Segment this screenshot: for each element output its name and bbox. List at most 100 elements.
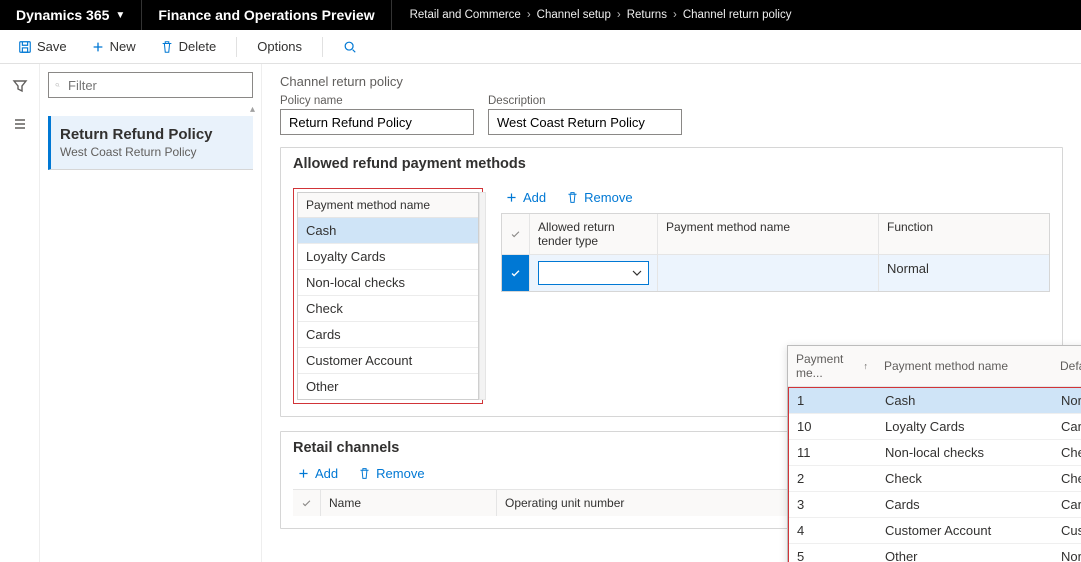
breadcrumb-item[interactable]: Retail and Commerce	[410, 9, 521, 21]
plus-icon	[297, 467, 310, 480]
scroll-up-icon[interactable]: ▴	[250, 104, 255, 115]
column-header[interactable]: Payment method name	[298, 193, 478, 218]
select-all-checkbox[interactable]	[293, 490, 321, 516]
field-label: Policy name	[280, 95, 474, 107]
tender-type-cell[interactable]	[530, 255, 658, 291]
filter-field[interactable]	[48, 72, 253, 98]
description-field: Description	[488, 95, 682, 135]
lookup-row[interactable]: 1 Cash Normal	[789, 388, 1081, 414]
header-label: Payment me...	[796, 352, 861, 380]
list-item[interactable]: Loyalty Cards	[298, 244, 478, 270]
select-all-checkbox[interactable]	[502, 214, 530, 254]
lookup-row[interactable]: 3 Cards Card	[789, 492, 1081, 518]
left-rail	[0, 64, 40, 562]
lookup-row[interactable]: 11 Non-local checks Check	[789, 440, 1081, 466]
lookup-header-row: Payment me... ↑ Payment method name Defa…	[788, 346, 1081, 387]
payment-method-cell[interactable]	[658, 255, 879, 291]
lookup-row[interactable]: 5 Other Normal	[789, 544, 1081, 562]
search-icon	[343, 40, 357, 54]
list-item[interactable]: Check	[298, 296, 478, 322]
check-icon	[301, 498, 312, 509]
list-item[interactable]: Other	[298, 374, 478, 399]
filter-toggle[interactable]	[8, 74, 32, 98]
cell: Other	[877, 544, 1053, 562]
new-button[interactable]: New	[83, 35, 144, 58]
policy-list-item[interactable]: Return Refund Policy West Coast Return P…	[48, 116, 253, 170]
column-header[interactable]: Payment method name	[658, 214, 879, 254]
search-icon	[55, 78, 60, 92]
breadcrumb-item[interactable]: Channel return policy	[683, 9, 792, 21]
lookup-row[interactable]: 10 Loyalty Cards Card	[789, 414, 1081, 440]
chevron-right-icon: ›	[527, 9, 531, 21]
list-item[interactable]: Non-local checks	[298, 270, 478, 296]
list-item[interactable]: Cards	[298, 322, 478, 348]
cell: Non-local checks	[877, 440, 1053, 465]
cell: 5	[789, 544, 877, 562]
check-icon	[510, 229, 521, 240]
separator	[322, 37, 323, 57]
cell: Normal	[1053, 388, 1081, 413]
trash-icon	[358, 467, 371, 480]
search-button[interactable]	[335, 36, 365, 58]
column-header[interactable]: Payment me... ↑	[788, 346, 876, 386]
policy-name-input[interactable]	[280, 109, 474, 135]
grid-row[interactable]: Normal	[502, 254, 1049, 291]
cell: 4	[789, 518, 877, 543]
lookup-row[interactable]: 2 Check Check	[789, 466, 1081, 492]
list-item-subtitle: West Coast Return Policy	[60, 145, 241, 159]
chevron-down-icon: ▼	[115, 10, 125, 21]
chevron-right-icon: ›	[617, 9, 621, 21]
description-input[interactable]	[488, 109, 682, 135]
list-item[interactable]: Customer Account	[298, 348, 478, 374]
breadcrumb-item[interactable]: Channel setup	[537, 9, 611, 21]
cell: Card	[1053, 414, 1081, 439]
cell: 2	[789, 466, 877, 491]
cell: Customer	[1053, 518, 1081, 543]
module-title[interactable]: Finance and Operations Preview	[142, 0, 391, 30]
scrollbar[interactable]	[479, 192, 486, 400]
plus-icon	[505, 191, 518, 204]
cell: Check	[877, 466, 1053, 491]
remove-button[interactable]: Remove	[562, 188, 636, 207]
column-header[interactable]: Default function	[1052, 346, 1081, 386]
new-label: New	[110, 39, 136, 54]
chevron-right-icon: ›	[673, 9, 677, 21]
breadcrumb: Retail and Commerce › Channel setup › Re…	[392, 9, 810, 21]
list-item[interactable]: Cash	[298, 218, 478, 244]
list-toggle[interactable]	[8, 112, 32, 136]
cell: Normal	[1053, 544, 1081, 562]
breadcrumb-item[interactable]: Returns	[627, 9, 667, 21]
refund-grid: Allowed return tender type Payment metho…	[501, 213, 1050, 292]
command-bar: Save New Delete Options	[0, 30, 1081, 64]
column-header[interactable]: Function	[879, 214, 1049, 254]
grid-actions: Add Remove	[501, 188, 1050, 207]
column-header[interactable]: Payment method name	[876, 346, 1052, 386]
filter-input[interactable]	[66, 77, 246, 94]
tender-type-dropdown[interactable]	[538, 261, 649, 285]
list-item-title: Return Refund Policy	[60, 126, 241, 143]
delete-label: Delete	[179, 39, 217, 54]
cell: Check	[1053, 466, 1081, 491]
row-checkbox[interactable]	[502, 255, 530, 291]
brand-switcher[interactable]: Dynamics 365 ▼	[0, 0, 142, 30]
add-label: Add	[315, 466, 338, 481]
delete-button[interactable]: Delete	[152, 35, 225, 58]
add-button[interactable]: Add	[293, 464, 342, 483]
list-icon	[12, 116, 28, 132]
cell: Customer Account	[877, 518, 1053, 543]
column-header[interactable]: Name	[321, 490, 497, 516]
function-cell[interactable]: Normal	[879, 255, 1049, 291]
list-panel: ▴ Return Refund Policy West Coast Return…	[40, 64, 262, 562]
column-header[interactable]: Allowed return tender type	[530, 214, 658, 254]
lookup-row[interactable]: 4 Customer Account Customer	[789, 518, 1081, 544]
add-button[interactable]: Add	[501, 188, 550, 207]
remove-button[interactable]: Remove	[354, 464, 428, 483]
options-button[interactable]: Options	[249, 35, 310, 58]
tender-type-lookup[interactable]: Payment me... ↑ Payment method name Defa…	[787, 345, 1081, 562]
add-label: Add	[523, 190, 546, 205]
brand-name: Dynamics 365	[16, 7, 109, 23]
grid-header-row: Allowed return tender type Payment metho…	[502, 214, 1049, 254]
save-button[interactable]: Save	[10, 35, 75, 58]
cell: 3	[789, 492, 877, 517]
section-title: Allowed refund payment methods	[281, 148, 1062, 180]
